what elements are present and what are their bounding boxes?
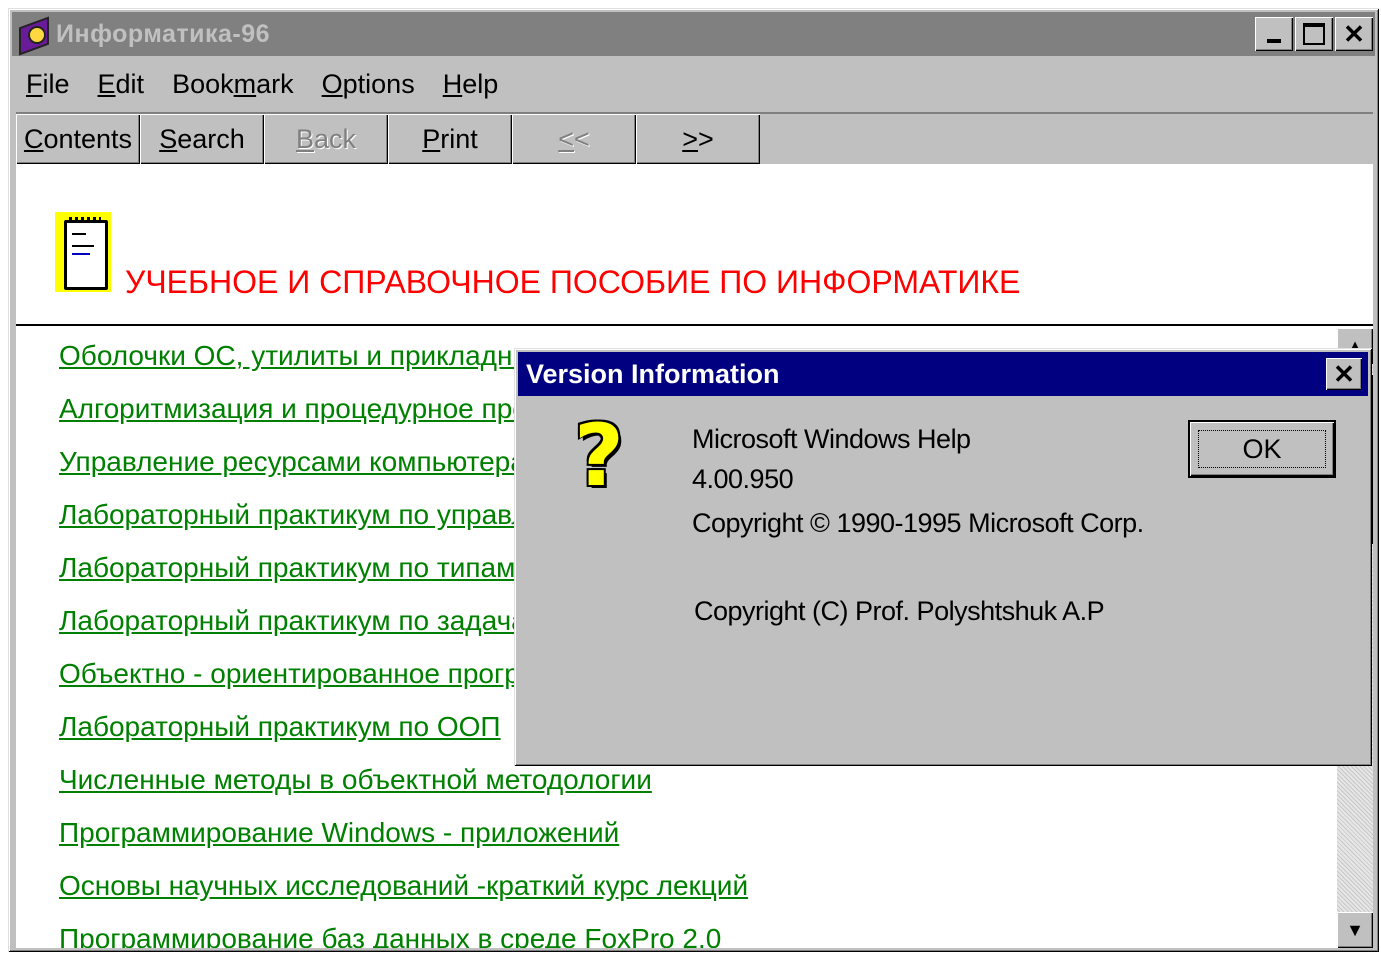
button-bar: Contents Search Back Print < < > > [16, 112, 1373, 166]
topic-link[interactable]: Численные методы в объектной методологии [59, 764, 748, 817]
dialog-title: Version Information [526, 358, 780, 389]
topic-link[interactable]: Программирование баз данных в среде FoxP… [59, 923, 748, 948]
topic-link[interactable]: Программирование Windows - приложений [59, 817, 748, 870]
author-copyright: Copyright (C) Prof. Polyshtshuk A.P [694, 596, 1105, 626]
dialog-title-bar[interactable]: Version Information ✕ [518, 352, 1368, 396]
book-icon [16, 16, 50, 56]
back-button[interactable]: Back [264, 114, 388, 164]
next-topic-button[interactable]: > > [636, 114, 760, 164]
question-icon: ? [574, 406, 624, 506]
maximize-icon [1303, 23, 1325, 45]
menu-file[interactable]: File [12, 69, 84, 100]
search-button[interactable]: Search [140, 114, 264, 164]
topic-header: УЧЕБНОЕ И СПРАВОЧНОЕ ПОСОБИЕ ПО ИНФОРМАТ… [16, 164, 1373, 326]
topic-link[interactable]: Основы научных исследований -краткий кур… [59, 870, 748, 923]
minimize-icon [1267, 39, 1281, 43]
title-bar[interactable]: Информатика-96 ✕ [12, 12, 1375, 56]
maximize-button[interactable] [1295, 17, 1333, 51]
ok-button[interactable]: OK [1188, 420, 1336, 478]
menu-bookmark[interactable]: Bookmark [158, 69, 308, 100]
notepad-icon [55, 212, 111, 292]
previous-topic-button[interactable]: < < [512, 114, 636, 164]
page-title: УЧЕБНОЕ И СПРАВОЧНОЕ ПОСОБИЕ ПО ИНФОРМАТ… [125, 264, 1021, 300]
ok-label: OK [1198, 430, 1326, 468]
arrow-down-icon: ▼ [1346, 919, 1364, 940]
close-button[interactable]: ✕ [1335, 17, 1373, 51]
menu-options[interactable]: Options [308, 69, 429, 100]
scroll-down-button[interactable]: ▼ [1337, 912, 1373, 948]
menu-bar: File Edit Bookmark Options Help [12, 60, 1375, 108]
window-title: Информатика-96 [56, 19, 271, 48]
dialog-close-button[interactable]: ✕ [1326, 358, 1362, 390]
contents-button[interactable]: Contents [16, 114, 140, 164]
print-button[interactable]: Print [388, 114, 512, 164]
menu-edit[interactable]: Edit [84, 69, 159, 100]
menu-help[interactable]: Help [429, 69, 513, 100]
close-icon: ✕ [1333, 358, 1355, 389]
minimize-button[interactable] [1255, 17, 1293, 51]
product-name: Microsoft Windows Help [692, 424, 971, 454]
close-icon: ✕ [1343, 19, 1365, 49]
version-number: 4.00.950 [692, 464, 794, 494]
microsoft-copyright: Copyright © 1990-1995 Microsoft Corp. [692, 508, 1144, 538]
version-information-dialog: Version Information ✕ ? Microsoft Window… [514, 348, 1372, 766]
